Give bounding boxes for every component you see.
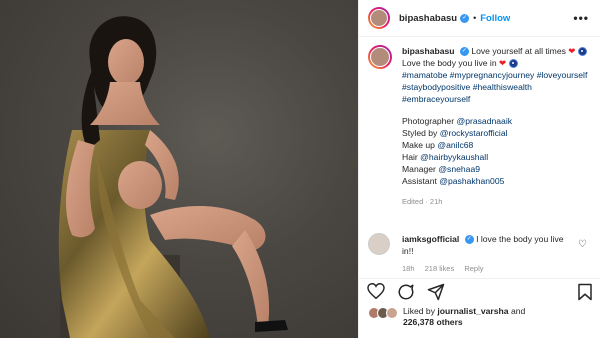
save-icon[interactable] — [577, 283, 593, 301]
avatar — [386, 307, 398, 319]
separator: • — [473, 13, 477, 23]
verified-icon: ✓ — [459, 47, 469, 57]
caption-line1: Love yourself at all times — [471, 46, 566, 56]
comment-body: iamksgofficial ✓ I love the body you liv… — [402, 233, 572, 275]
credit-label: Manager — [402, 164, 436, 174]
credit-label: Hair — [402, 152, 418, 162]
more-icon[interactable]: ••• — [573, 11, 589, 25]
hashtags[interactable]: #mamatobe #mypregnancyjourney #loveyours… — [402, 69, 593, 105]
comment-icon[interactable] — [397, 283, 415, 301]
credit-label: Make up — [402, 140, 435, 150]
credit-handle[interactable]: @pashakhan005 — [439, 176, 504, 186]
post-image — [58, 16, 288, 338]
reply-button[interactable]: Reply — [464, 264, 483, 273]
credit-label: Photographer — [402, 116, 455, 126]
heart-icon[interactable] — [367, 283, 385, 299]
and-label: and — [510, 306, 526, 316]
evil-eye-emoji-icon — [577, 47, 587, 57]
share-icon[interactable] — [427, 283, 445, 301]
username-link[interactable]: bipashabasu — [399, 13, 457, 24]
credit-handle[interactable]: @anilc68 — [437, 140, 473, 150]
evil-eye-emoji-icon — [508, 59, 518, 69]
comment-like-heart-icon[interactable]: ♡ — [578, 239, 587, 250]
likes-summary: Liked by journalist_varsha and 226,378 o… — [368, 306, 525, 328]
post-photo[interactable] — [0, 0, 358, 338]
credit-handle[interactable]: @hairbyykaushall — [420, 152, 488, 162]
verified-icon: ✓ — [464, 235, 474, 245]
action-bar — [359, 278, 600, 302]
heart-emoji-icon: ❤ — [499, 58, 507, 68]
follow-button[interactable]: Follow — [480, 13, 510, 24]
liker-avatars — [368, 307, 398, 319]
avatar[interactable] — [368, 233, 390, 255]
credits: Photographer @prasadnaaik Styled by @roc… — [402, 115, 593, 187]
credit-handle[interactable]: @rockystarofficial — [440, 128, 508, 138]
avatar[interactable] — [368, 7, 390, 29]
heart-emoji-icon: ❤ — [568, 46, 576, 56]
credit-handle[interactable]: @prasadnaaik — [456, 116, 512, 126]
caption-line2: Love the body you live in — [402, 58, 497, 68]
caption-username[interactable]: bipashabasu — [402, 46, 455, 56]
comment-time: 18h — [402, 264, 415, 273]
comment-meta: 18h 218 likes Reply — [402, 263, 572, 275]
liker-username[interactable]: journalist_varsha — [437, 306, 508, 316]
caption: bipashabasu ✓ Love yourself at all times… — [368, 45, 593, 208]
comment: iamksgofficial ✓ I love the body you liv… — [368, 233, 593, 275]
credit-label: Assistant — [402, 176, 437, 186]
liked-by-label: Liked by — [403, 306, 436, 316]
likes-others-count[interactable]: 226,378 others — [403, 317, 463, 327]
comment-username[interactable]: iamksgofficial — [402, 234, 459, 244]
verified-icon: ✓ — [460, 13, 470, 23]
avatar[interactable] — [368, 45, 392, 69]
edited-timestamp: Edited · 21h — [402, 197, 443, 206]
comment-likes[interactable]: 218 likes — [425, 264, 455, 273]
post-header: bipashabasu ✓ • Follow ••• — [359, 0, 600, 37]
post-side-panel: bipashabasu ✓ • Follow ••• bipashabasu ✓… — [358, 0, 600, 338]
caption-body: bipashabasu ✓ Love yourself at all times… — [402, 45, 593, 208]
credit-handle[interactable]: @snehaa9 — [438, 164, 480, 174]
credit-label: Styled by — [402, 128, 438, 138]
